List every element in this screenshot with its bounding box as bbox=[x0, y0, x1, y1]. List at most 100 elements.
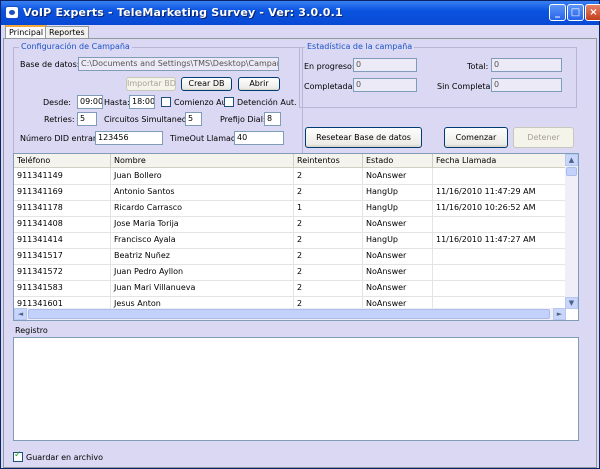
retries-label: Retries: bbox=[44, 115, 75, 124]
cell-estado: HangUp bbox=[363, 200, 433, 216]
cell-reintentos: 2 bbox=[294, 248, 363, 264]
timeout-label: TimeOut Llamada: bbox=[170, 134, 244, 143]
db-label: Base de datos: bbox=[20, 60, 80, 69]
cell-telefono: 911341178 bbox=[14, 200, 111, 216]
table-row[interactable]: 911341517 Beatriz Nuñez 2 NoAnswer bbox=[14, 248, 566, 265]
did-input[interactable]: 123456 bbox=[95, 131, 163, 145]
scroll-left-icon[interactable]: ◄ bbox=[14, 308, 27, 320]
column-header-reintentos[interactable]: Reintentos bbox=[294, 154, 363, 167]
cell-telefono: 911341149 bbox=[14, 168, 111, 184]
cell-estado: NoAnswer bbox=[363, 216, 433, 232]
desde-input[interactable]: 09:00 bbox=[77, 95, 103, 109]
table-row[interactable]: 911341149 Juan Bollero 2 NoAnswer bbox=[14, 168, 566, 185]
reset-db-button[interactable]: Resetear Base de datos bbox=[305, 127, 422, 148]
cell-estado: HangUp bbox=[363, 184, 433, 200]
vertical-scroll-thumb[interactable] bbox=[566, 167, 577, 176]
cell-reintentos: 2 bbox=[294, 216, 363, 232]
cell-estado: NoAnswer bbox=[363, 264, 433, 280]
table-row[interactable]: 911341408 Jose Maria Torija 2 NoAnswer bbox=[14, 216, 566, 233]
detencion-label: Detención Aut. bbox=[237, 98, 297, 107]
import-db-button[interactable]: Importar BD bbox=[126, 77, 176, 91]
progreso-label: En progreso: bbox=[304, 62, 355, 71]
cell-fecha bbox=[433, 280, 566, 296]
cell-fecha: 11/16/2010 10:26:52 AM bbox=[433, 200, 566, 216]
db-path-field[interactable]: C:\Documents and Settings\TMS\Desktop\Ca… bbox=[78, 57, 279, 71]
config-group-title: Configuración de Campaña bbox=[19, 42, 132, 51]
cell-nombre: Beatriz Nuñez bbox=[111, 248, 294, 264]
title-bar[interactable]: VoIP Experts - TeleMarketing Survey - Ve… bbox=[1, 1, 600, 25]
cell-nombre: Juan Bollero bbox=[111, 168, 294, 184]
cell-reintentos: 2 bbox=[294, 168, 363, 184]
cell-telefono: 911341583 bbox=[14, 280, 111, 296]
open-db-button[interactable]: Abrir bbox=[238, 77, 280, 91]
horizontal-scrollbar[interactable]: ◄ ► bbox=[14, 308, 566, 320]
timeout-input[interactable]: 40 bbox=[234, 131, 284, 145]
cell-reintentos: 1 bbox=[294, 200, 363, 216]
log-textarea[interactable] bbox=[13, 337, 579, 441]
maximize-button[interactable]: □ bbox=[567, 4, 584, 21]
stats-group-title: Estadística de la campaña bbox=[305, 42, 415, 51]
cell-telefono: 911341169 bbox=[14, 184, 111, 200]
stop-button[interactable]: Detener bbox=[513, 127, 574, 148]
hasta-input[interactable]: 18:00 bbox=[129, 95, 155, 109]
scroll-up-icon[interactable]: ▲ bbox=[565, 154, 578, 166]
vertical-scrollbar[interactable]: ▲ ▼ bbox=[565, 154, 578, 309]
tab-reportes[interactable]: Reportes bbox=[45, 26, 89, 38]
scroll-right-icon[interactable]: ► bbox=[553, 308, 566, 320]
comienzo-checkbox[interactable] bbox=[161, 97, 171, 107]
close-button[interactable]: × bbox=[585, 4, 600, 21]
circuitos-label: Circuitos Simultaneos: bbox=[104, 115, 194, 124]
column-header-telefono[interactable]: Teléfono bbox=[14, 154, 111, 167]
cell-nombre: Antonio Santos bbox=[111, 184, 294, 200]
cell-estado: NoAnswer bbox=[363, 168, 433, 184]
table-row[interactable]: 911341572 Juan Pedro Ayllon 2 NoAnswer bbox=[14, 264, 566, 281]
total-field: 0 bbox=[491, 58, 562, 72]
cell-nombre: Juan Pedro Ayllon bbox=[111, 264, 294, 280]
retries-input[interactable]: 5 bbox=[77, 112, 97, 126]
save-to-file-checkbox[interactable] bbox=[13, 450, 23, 462]
cell-telefono: 911341572 bbox=[14, 264, 111, 280]
create-db-button[interactable]: Crear DB bbox=[181, 77, 232, 91]
total-label: Total: bbox=[467, 62, 489, 71]
circuitos-input[interactable]: 5 bbox=[185, 112, 202, 126]
window-title: VoIP Experts - TeleMarketing Survey - Ve… bbox=[23, 6, 343, 19]
column-header-nombre[interactable]: Nombre bbox=[111, 154, 294, 167]
horizontal-scroll-thumb[interactable] bbox=[28, 309, 550, 319]
cell-reintentos: 2 bbox=[294, 280, 363, 296]
app-icon bbox=[5, 6, 19, 19]
cell-reintentos: 2 bbox=[294, 264, 363, 280]
column-header-estado[interactable]: Estado bbox=[363, 154, 433, 167]
table-row[interactable]: 911341414 Francisco Ayala 2 HangUp 11/16/201… bbox=[14, 232, 566, 249]
sin-completar-label: Sin Completar: bbox=[437, 82, 497, 91]
cell-nombre: Francisco Ayala bbox=[111, 232, 294, 248]
completadas-label: Completadas: bbox=[304, 82, 360, 91]
cell-fecha bbox=[433, 216, 566, 232]
log-label: Registro bbox=[15, 326, 48, 335]
cell-fecha bbox=[433, 168, 566, 184]
detencion-checkbox[interactable] bbox=[224, 97, 234, 107]
hasta-label: Hasta: bbox=[104, 98, 130, 107]
main-window: VoIP Experts - TeleMarketing Survey - Ve… bbox=[0, 0, 600, 469]
start-button[interactable]: Comenzar bbox=[444, 127, 508, 148]
scroll-down-icon[interactable]: ▼ bbox=[565, 297, 578, 309]
cell-nombre: Jose Maria Torija bbox=[111, 216, 294, 232]
cell-telefono: 911341517 bbox=[14, 248, 111, 264]
prefijo-input[interactable]: 8 bbox=[264, 112, 281, 126]
tab-principal[interactable]: Principal bbox=[5, 25, 48, 39]
desde-label: Desde: bbox=[43, 98, 71, 107]
cell-telefono: 911341414 bbox=[14, 232, 111, 248]
cell-reintentos: 2 bbox=[294, 232, 363, 248]
table-row[interactable]: 911341178 Ricardo Carrasco 1 HangUp 11/16/20… bbox=[14, 200, 566, 217]
cell-nombre: Ricardo Carrasco bbox=[111, 200, 294, 216]
table-row[interactable]: 911341169 Antonio Santos 2 HangUp 11/16/2010… bbox=[14, 184, 566, 201]
column-header-fecha[interactable]: Fecha Llamada bbox=[433, 154, 566, 167]
cell-fecha bbox=[433, 264, 566, 280]
calls-table[interactable]: Teléfono Nombre Reintentos Estado Fecha … bbox=[13, 153, 579, 321]
cell-estado: NoAnswer bbox=[363, 280, 433, 296]
minimize-button[interactable]: _ bbox=[549, 4, 566, 21]
progreso-field: 0 bbox=[353, 58, 417, 72]
save-to-file-label: Guardar en archivo bbox=[26, 453, 104, 462]
table-row[interactable]: 911341583 Juan Mari Villanueva 2 NoAnswer bbox=[14, 280, 566, 297]
cell-estado: HangUp bbox=[363, 232, 433, 248]
cell-telefono: 911341408 bbox=[14, 216, 111, 232]
